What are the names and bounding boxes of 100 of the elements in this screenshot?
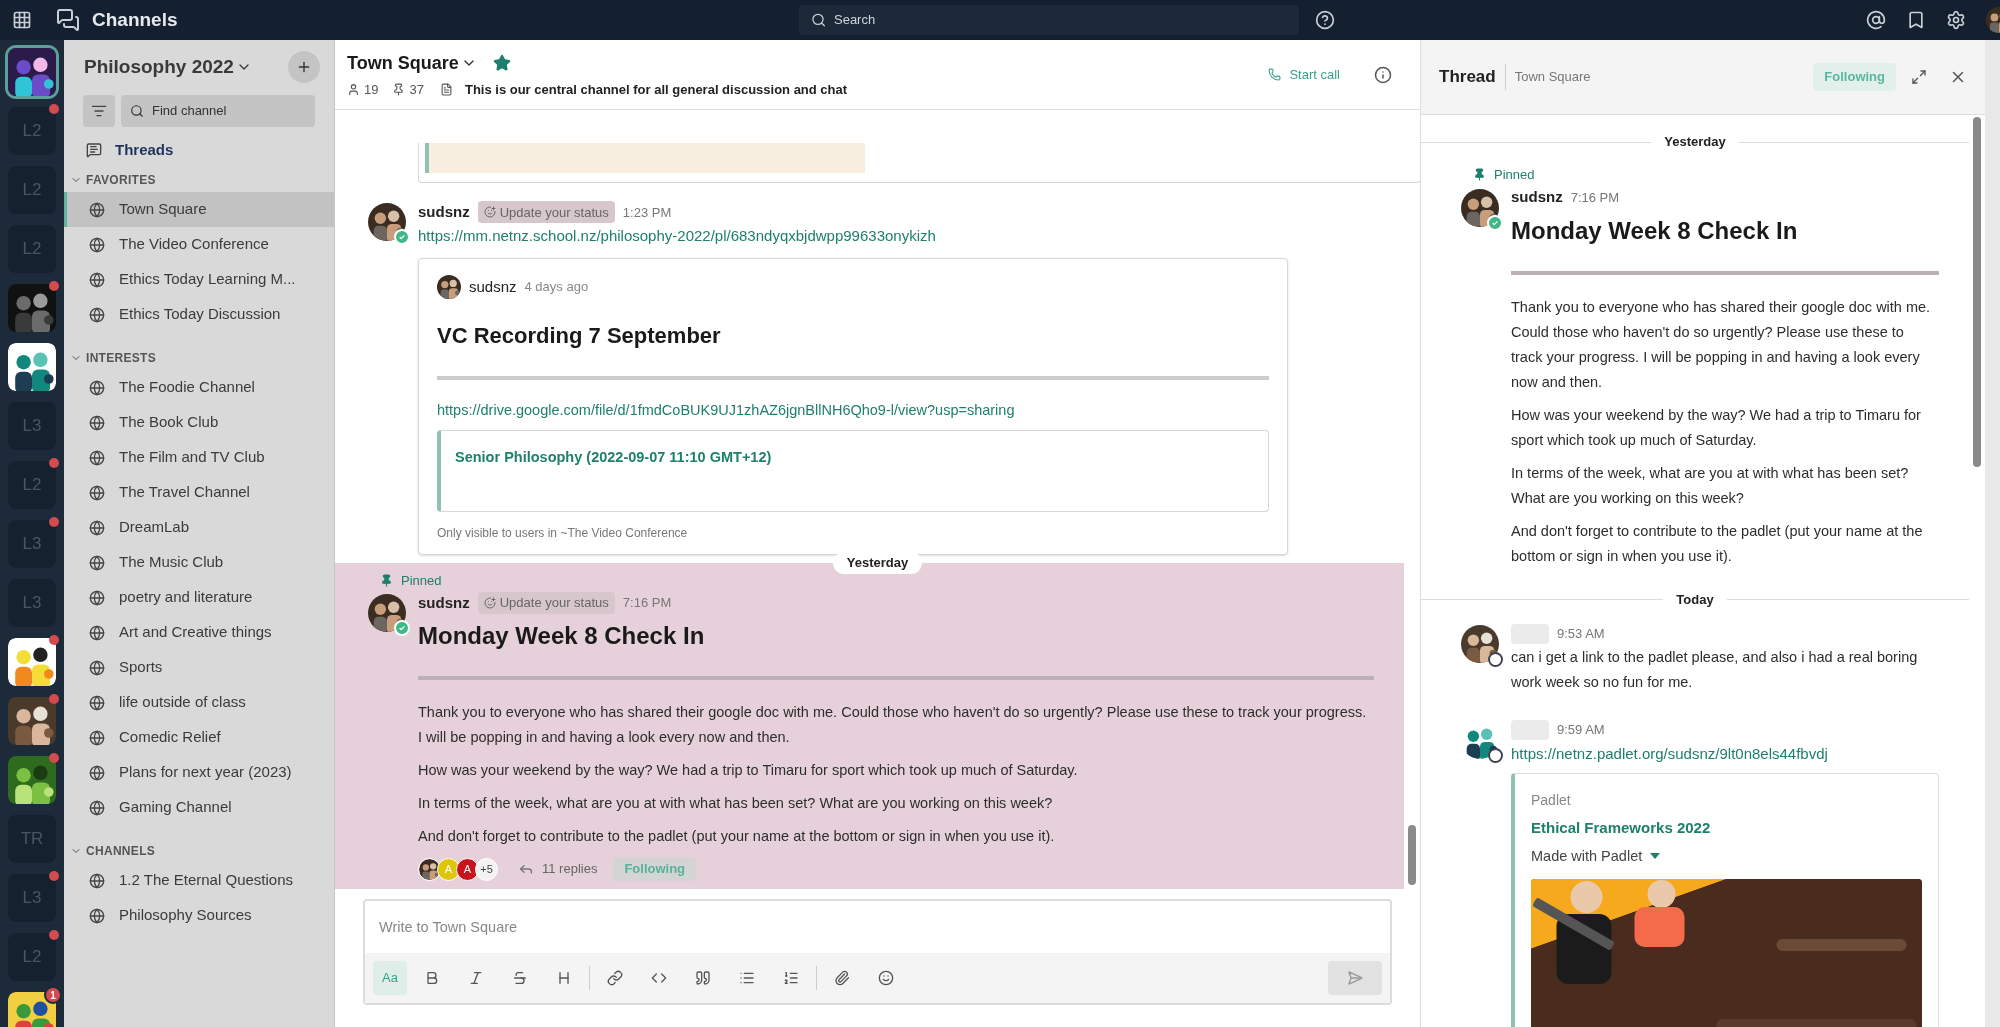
link-icon[interactable]	[606, 970, 623, 986]
globe-icon	[89, 271, 105, 288]
channel-item[interactable]: life outside of class	[64, 685, 334, 720]
emoji-icon[interactable]	[877, 970, 894, 986]
search-box[interactable]: Search	[798, 5, 1299, 35]
channel-item[interactable]: Art and Creative things	[64, 615, 334, 650]
mentions-icon[interactable]	[1866, 10, 1886, 30]
bullet-list-icon[interactable]	[738, 970, 755, 986]
post-link[interactable]: https://netnz.padlet.org/sudsnz/9lt0n8els44fbvdj	[1511, 742, 1939, 765]
expand-icon[interactable]	[1911, 69, 1927, 85]
section-heading[interactable]: INTERESTS	[86, 349, 157, 367]
channel-item[interactable]: Ethics Today Learning M...	[64, 262, 334, 297]
globe-icon	[89, 589, 105, 606]
globe-icon	[89, 659, 105, 676]
format-toggle-button[interactable]: Aa	[373, 961, 407, 995]
team-name[interactable]: Philosophy 2022	[84, 52, 234, 82]
team-icon[interactable]	[8, 284, 56, 332]
globe-icon	[89, 484, 105, 501]
post-time[interactable]: 9:53 AM	[1557, 623, 1605, 644]
drive-link[interactable]: https://drive.google.com/file/d/1fmdCoBUK9UJ1zhAZ6jgnBllNH6Qho9-l/view?usp=sharing	[437, 399, 1269, 422]
post-time[interactable]: 1:23 PM	[622, 202, 672, 222]
channel-name[interactable]: Town Square	[347, 49, 459, 77]
member-count[interactable]: 19	[364, 79, 379, 100]
thread-channel[interactable]: Town Square	[1514, 67, 1591, 87]
threads-icon[interactable]	[86, 142, 102, 158]
team-icon[interactable]	[8, 697, 56, 745]
bookmark-icon[interactable]	[1906, 10, 1926, 30]
pinned-count[interactable]: 37	[409, 79, 424, 100]
author-name[interactable]: sudsnz	[469, 275, 517, 298]
channel-item[interactable]: 1.2 The Eternal Questions	[64, 863, 334, 898]
add-button[interactable]	[288, 51, 320, 83]
members-icon[interactable]	[347, 83, 360, 96]
post-time[interactable]: 7:16 PM	[622, 593, 672, 613]
thread-title: Thread	[1439, 66, 1496, 89]
globe-icon	[89, 414, 105, 431]
preview-title[interactable]: Ethical Frameworks 2022	[1531, 817, 1922, 840]
channel-item[interactable]: Town Square	[64, 192, 334, 227]
author-name[interactable]: sudsnz	[418, 201, 470, 224]
help-icon[interactable]	[1314, 10, 1335, 30]
author-name[interactable]: sudsnz	[1511, 186, 1563, 209]
quote-icon[interactable]	[694, 970, 711, 986]
post-time[interactable]: 7:16 PM	[1570, 187, 1620, 208]
filter-button[interactable]	[83, 95, 115, 127]
channel-item[interactable]: The Music Club	[64, 545, 334, 580]
channel-item[interactable]: poetry and literature	[64, 580, 334, 615]
favorite-star-icon[interactable]	[492, 54, 511, 73]
section-heading[interactable]: FAVORITES	[86, 171, 156, 189]
channel-item[interactable]: Philosophy Sources	[64, 898, 334, 933]
status-badge[interactable]: Update your status	[477, 592, 615, 614]
participant-avatar[interactable]: A	[456, 857, 479, 881]
channel-item[interactable]: Sports	[64, 650, 334, 685]
threads-item[interactable]: Threads	[115, 138, 174, 162]
scrollbar[interactable]	[1973, 117, 1981, 467]
status-badge[interactable]: Update your status	[477, 201, 615, 224]
search-field[interactable]: Search	[834, 10, 1287, 30]
info-icon[interactable]	[1374, 65, 1392, 84]
post-time[interactable]: 9:59 AM	[1557, 719, 1605, 740]
channel-item[interactable]: The Foodie Channel	[64, 370, 334, 405]
post-link[interactable]: https://mm.netnz.school.nz/philosophy-2022/pl/683ndyqxbjdwpp99633onykizh	[418, 225, 1374, 248]
pinned-label: Pinned	[401, 571, 442, 590]
team-icon[interactable]	[8, 638, 56, 686]
team-icon[interactable]	[8, 48, 56, 96]
find-channel-field[interactable]: Find channel	[152, 101, 306, 121]
attachment-title[interactable]: Senior Philosophy (2022-09-07 11:10 GMT+12)	[455, 448, 772, 465]
channel-item[interactable]: The Video Conference	[64, 227, 334, 262]
channel-item[interactable]: Gaming Channel	[64, 790, 334, 825]
team-icon[interactable]	[8, 343, 56, 391]
participant-count[interactable]: +5	[475, 857, 498, 881]
channel-item[interactable]: Comedic Relief	[64, 720, 334, 755]
pin-icon[interactable]	[392, 83, 406, 96]
channel-item[interactable]: Plans for next year (2023)	[64, 755, 334, 790]
start-call-button[interactable]: Start call	[1268, 64, 1340, 85]
pin-icon	[1473, 168, 1486, 182]
scrollbar[interactable]	[1408, 825, 1416, 885]
message-text: In terms of the week, what are you at with what has been set? What are you working on this week?	[1511, 463, 1910, 508]
caret-down-icon[interactable]	[1650, 853, 1661, 860]
reply-count[interactable]: 11 replies	[542, 859, 598, 879]
globe-icon	[89, 379, 105, 396]
link-preview-card[interactable]: Padlet Ethical Frameworks 2022 Made with Padlet	[1511, 773, 1939, 1027]
message-composer[interactable]: Write to Town Square Aa	[363, 899, 1392, 1005]
code-icon[interactable]	[650, 970, 667, 986]
message-field[interactable]: Write to Town Square	[365, 901, 1390, 953]
team-icon[interactable]	[8, 756, 56, 804]
author-name[interactable]: sudsnz	[418, 591, 470, 615]
permalink-card[interactable]	[418, 257, 1288, 555]
settings-icon[interactable]	[1946, 10, 1966, 30]
paperclip-icon[interactable]	[833, 970, 850, 986]
find-channel-box[interactable]: Find channel	[121, 95, 315, 127]
channel-item[interactable]: The Film and TV Club	[64, 440, 334, 475]
strikethrough-icon[interactable]	[511, 970, 528, 986]
channel-item[interactable]: The Book Club	[64, 405, 334, 440]
channel-item[interactable]: DreamLab	[64, 510, 334, 545]
section-heading[interactable]: CHANNELS	[86, 842, 156, 860]
numbered-list-icon[interactable]	[782, 970, 799, 986]
apps-grid-icon[interactable]	[12, 10, 32, 30]
send-icon	[1347, 970, 1363, 986]
globe-icon	[89, 907, 105, 924]
channel-item[interactable]: The Travel Channel	[64, 475, 334, 510]
globe-icon	[89, 764, 105, 781]
channel-item[interactable]: Ethics Today Discussion	[64, 297, 334, 332]
